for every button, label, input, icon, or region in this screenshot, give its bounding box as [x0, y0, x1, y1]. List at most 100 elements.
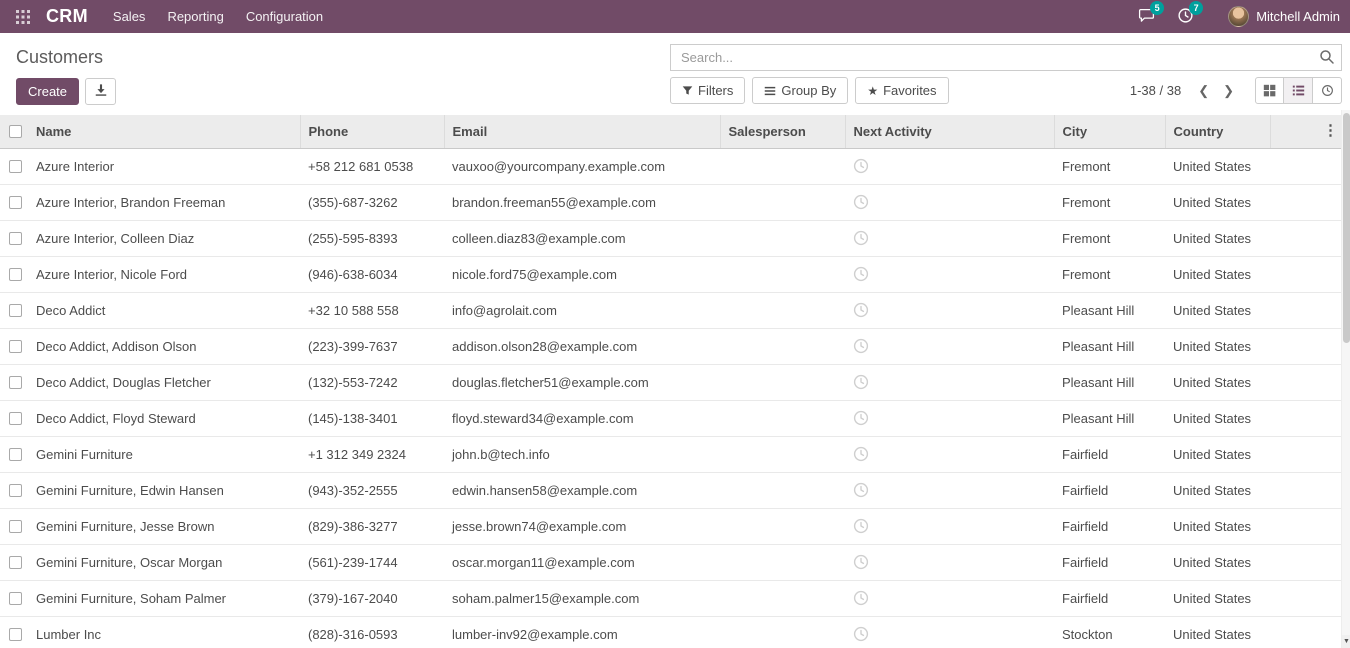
cell-name[interactable]: Gemini Furniture, Edwin Hansen: [28, 472, 300, 508]
cell-name[interactable]: Gemini Furniture: [28, 436, 300, 472]
cell-salesperson[interactable]: [720, 508, 845, 544]
create-button[interactable]: Create: [16, 78, 79, 105]
cell-next-activity[interactable]: [845, 328, 1054, 364]
activity-clock-icon[interactable]: [853, 302, 869, 318]
cell-salesperson[interactable]: [720, 544, 845, 580]
cell-salesperson[interactable]: [720, 436, 845, 472]
row-checkbox[interactable]: [9, 304, 22, 317]
cell-country[interactable]: United States: [1165, 508, 1270, 544]
table-row[interactable]: Deco Addict, Douglas Fletcher(132)-553-7…: [0, 364, 1350, 400]
cell-phone[interactable]: (132)-553-7242: [300, 364, 444, 400]
cell-city[interactable]: Fairfield: [1054, 436, 1165, 472]
cell-name[interactable]: Deco Addict, Floyd Steward: [28, 400, 300, 436]
table-row[interactable]: Gemini Furniture+1 312 349 2324john.b@te…: [0, 436, 1350, 472]
cell-phone[interactable]: (379)-167-2040: [300, 580, 444, 616]
scrollbar-down-arrow-icon[interactable]: ▼: [1342, 635, 1350, 648]
cell-email[interactable]: douglas.fletcher51@example.com: [444, 364, 720, 400]
cell-phone[interactable]: (561)-239-1744: [300, 544, 444, 580]
cell-phone[interactable]: (829)-386-3277: [300, 508, 444, 544]
cell-city[interactable]: Fairfield: [1054, 508, 1165, 544]
cell-country[interactable]: United States: [1165, 364, 1270, 400]
cell-salesperson[interactable]: [720, 148, 845, 184]
cell-country[interactable]: United States: [1165, 544, 1270, 580]
row-checkbox[interactable]: [9, 484, 22, 497]
activity-clock-icon[interactable]: [853, 338, 869, 354]
cell-phone[interactable]: (943)-352-2555: [300, 472, 444, 508]
cell-email[interactable]: addison.olson28@example.com: [444, 328, 720, 364]
cell-city[interactable]: Pleasant Hill: [1054, 400, 1165, 436]
menu-reporting[interactable]: Reporting: [156, 1, 234, 32]
cell-phone[interactable]: +32 10 588 558: [300, 292, 444, 328]
table-row[interactable]: Azure Interior, Colleen Diaz(255)-595-83…: [0, 220, 1350, 256]
cell-name[interactable]: Gemini Furniture, Oscar Morgan: [28, 544, 300, 580]
cell-country[interactable]: United States: [1165, 148, 1270, 184]
cell-name[interactable]: Azure Interior: [28, 148, 300, 184]
cell-country[interactable]: United States: [1165, 580, 1270, 616]
activity-clock-icon[interactable]: [853, 410, 869, 426]
apps-menu-icon[interactable]: [10, 6, 36, 28]
cell-salesperson[interactable]: [720, 220, 845, 256]
pager-previous-icon[interactable]: ❮: [1191, 79, 1216, 103]
cell-next-activity[interactable]: [845, 508, 1054, 544]
cell-name[interactable]: Deco Addict, Douglas Fletcher: [28, 364, 300, 400]
cell-country[interactable]: United States: [1165, 616, 1270, 648]
group-by-button[interactable]: Group By: [752, 77, 848, 104]
column-header-salesperson[interactable]: Salesperson: [720, 115, 845, 148]
row-checkbox[interactable]: [9, 160, 22, 173]
cell-next-activity[interactable]: [845, 544, 1054, 580]
row-checkbox[interactable]: [9, 448, 22, 461]
activity-clock-icon[interactable]: [853, 590, 869, 606]
cell-phone[interactable]: (355)-687-3262: [300, 184, 444, 220]
cell-next-activity[interactable]: [845, 148, 1054, 184]
row-checkbox[interactable]: [9, 340, 22, 353]
column-header-name[interactable]: Name: [28, 115, 300, 148]
table-row[interactable]: Gemini Furniture, Oscar Morgan(561)-239-…: [0, 544, 1350, 580]
messages-button[interactable]: 5: [1138, 7, 1155, 27]
cell-email[interactable]: oscar.morgan11@example.com: [444, 544, 720, 580]
cell-country[interactable]: United States: [1165, 472, 1270, 508]
cell-city[interactable]: Pleasant Hill: [1054, 292, 1165, 328]
search-input[interactable]: [670, 44, 1342, 71]
cell-city[interactable]: Fremont: [1054, 256, 1165, 292]
cell-phone[interactable]: +58 212 681 0538: [300, 148, 444, 184]
activity-clock-icon[interactable]: [853, 554, 869, 570]
column-header-next-activity[interactable]: Next Activity: [845, 115, 1054, 148]
cell-email[interactable]: colleen.diaz83@example.com: [444, 220, 720, 256]
menu-sales[interactable]: Sales: [102, 1, 157, 32]
activity-view-button[interactable]: [1313, 77, 1342, 104]
row-checkbox[interactable]: [9, 268, 22, 281]
cell-next-activity[interactable]: [845, 184, 1054, 220]
table-row[interactable]: Gemini Furniture, Edwin Hansen(943)-352-…: [0, 472, 1350, 508]
cell-city[interactable]: Fairfield: [1054, 580, 1165, 616]
cell-country[interactable]: United States: [1165, 292, 1270, 328]
row-checkbox[interactable]: [9, 196, 22, 209]
column-header-email[interactable]: Email: [444, 115, 720, 148]
cell-email[interactable]: brandon.freeman55@example.com: [444, 184, 720, 220]
table-row[interactable]: Gemini Furniture, Soham Palmer(379)-167-…: [0, 580, 1350, 616]
optional-columns-toggle-icon[interactable]: ⋮: [1323, 122, 1338, 140]
cell-salesperson[interactable]: [720, 364, 845, 400]
cell-phone[interactable]: (946)-638-6034: [300, 256, 444, 292]
cell-country[interactable]: United States: [1165, 220, 1270, 256]
pager-next-icon[interactable]: ❯: [1216, 79, 1241, 103]
cell-city[interactable]: Stockton: [1054, 616, 1165, 648]
cell-phone[interactable]: (145)-138-3401: [300, 400, 444, 436]
cell-email[interactable]: edwin.hansen58@example.com: [444, 472, 720, 508]
table-row[interactable]: Azure Interior+58 212 681 0538vauxoo@you…: [0, 148, 1350, 184]
cell-name[interactable]: Azure Interior, Colleen Diaz: [28, 220, 300, 256]
column-header-city[interactable]: City: [1054, 115, 1165, 148]
cell-city[interactable]: Fremont: [1054, 148, 1165, 184]
cell-name[interactable]: Gemini Furniture, Soham Palmer: [28, 580, 300, 616]
export-button[interactable]: [85, 78, 116, 105]
activities-button[interactable]: 7: [1177, 7, 1194, 27]
activity-clock-icon[interactable]: [853, 482, 869, 498]
row-checkbox[interactable]: [9, 376, 22, 389]
cell-city[interactable]: Pleasant Hill: [1054, 364, 1165, 400]
cell-city[interactable]: Fairfield: [1054, 544, 1165, 580]
cell-salesperson[interactable]: [720, 472, 845, 508]
row-checkbox[interactable]: [9, 232, 22, 245]
cell-phone[interactable]: (255)-595-8393: [300, 220, 444, 256]
search-icon[interactable]: [1319, 49, 1335, 68]
activity-clock-icon[interactable]: [853, 230, 869, 246]
activity-clock-icon[interactable]: [853, 158, 869, 174]
